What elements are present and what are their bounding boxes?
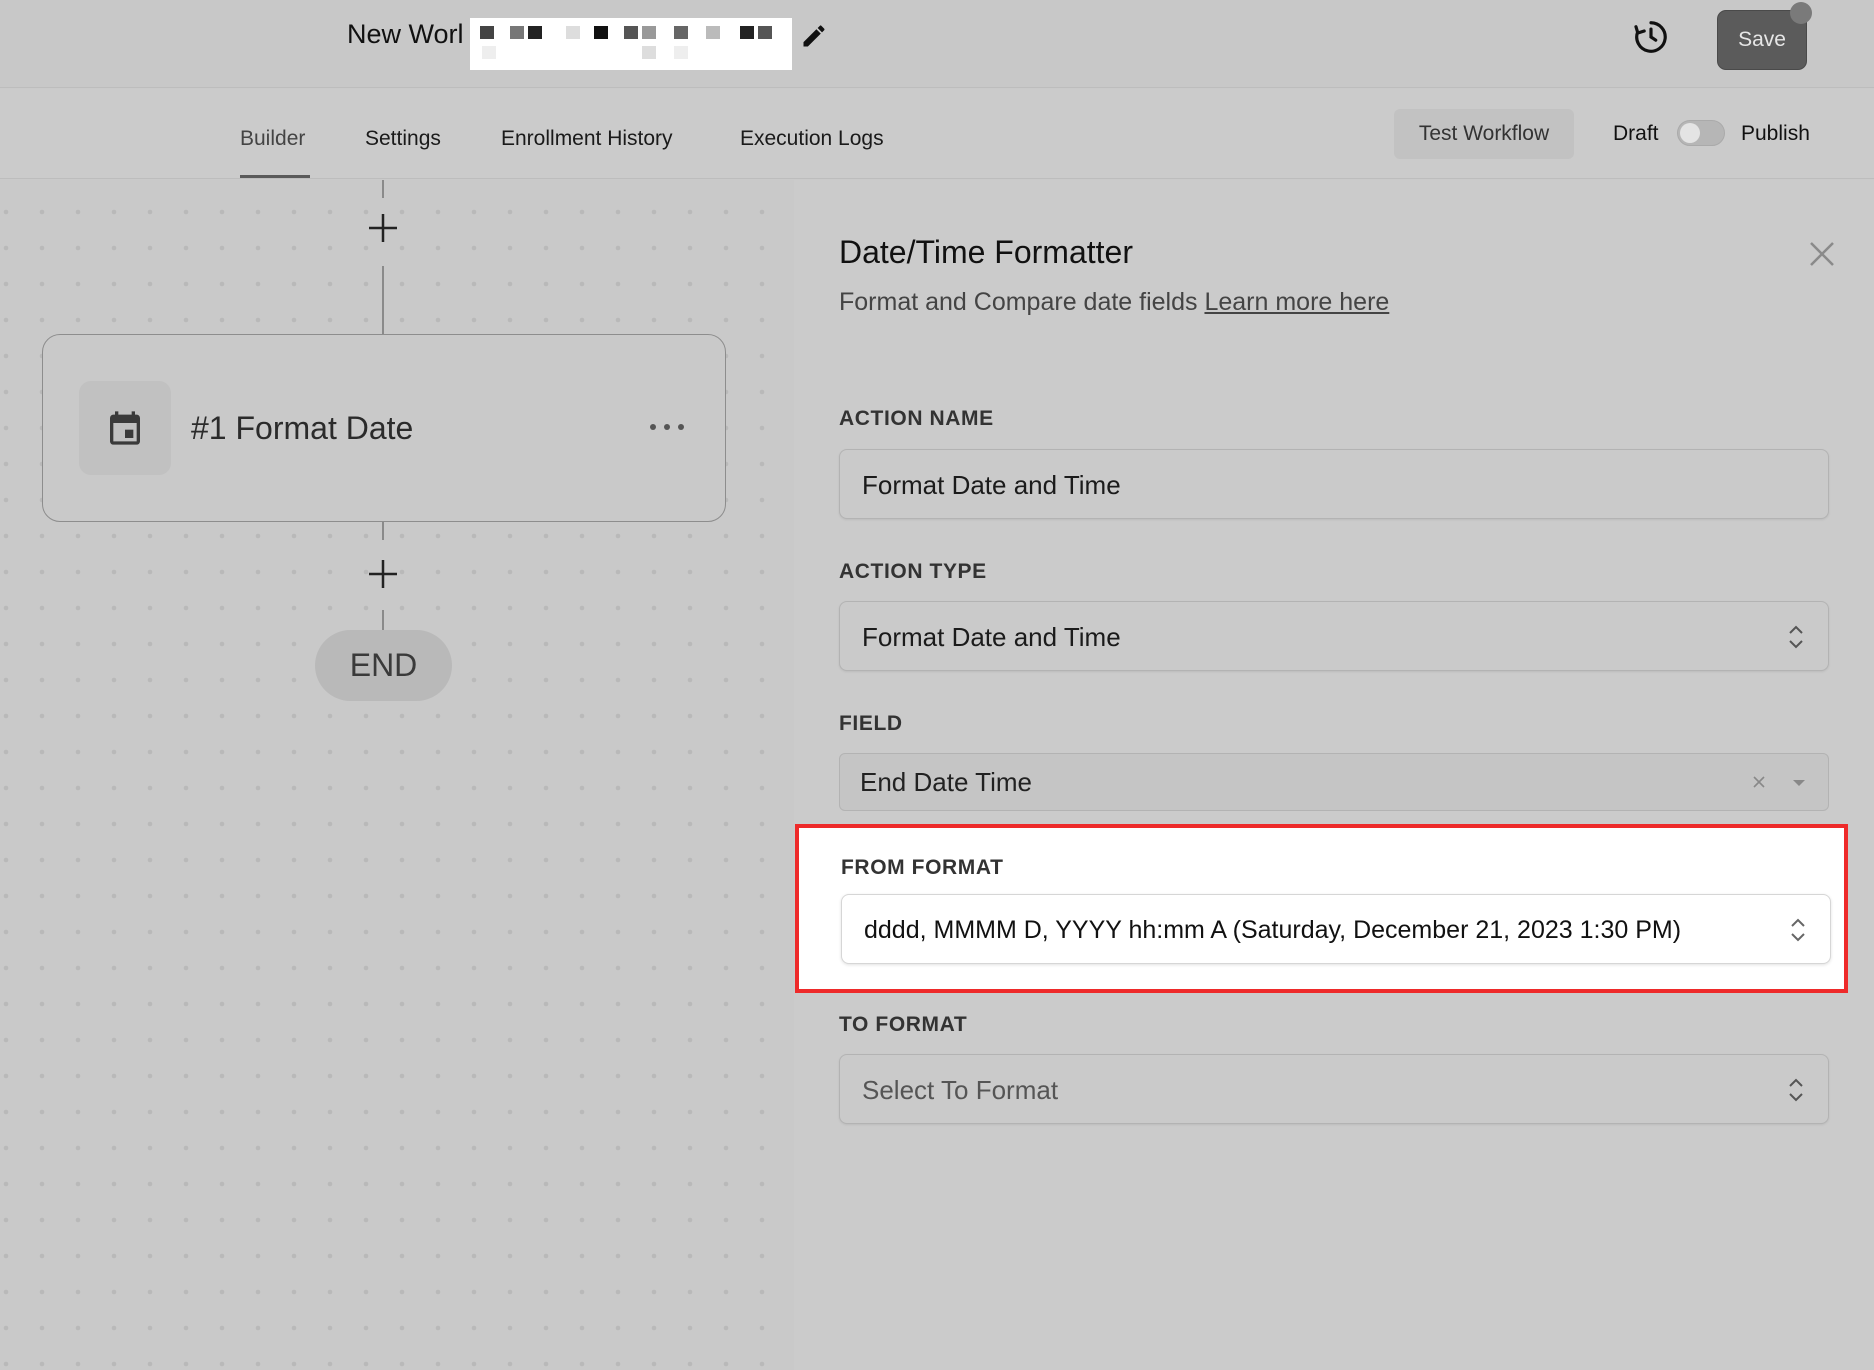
select-updown-icon xyxy=(1789,1078,1803,1102)
tab-enrollment-history[interactable]: Enrollment History xyxy=(501,127,673,151)
from-format-select[interactable]: dddd, MMMM D, YYYY hh:mm A (Saturday, De… xyxy=(841,894,1831,964)
panel-title: Date/Time Formatter xyxy=(839,234,1133,270)
connector-line xyxy=(382,266,384,334)
tab-builder[interactable]: Builder xyxy=(240,127,305,151)
publish-toggle[interactable] xyxy=(1677,120,1725,146)
close-icon[interactable] xyxy=(1806,238,1838,270)
node-icon-box xyxy=(79,381,171,475)
test-workflow-button[interactable]: Test Workflow xyxy=(1394,109,1574,159)
publish-label: Publish xyxy=(1741,122,1810,145)
tab-execution-logs[interactable]: Execution Logs xyxy=(740,127,884,151)
select-updown-icon xyxy=(1791,918,1805,942)
end-node: END xyxy=(315,630,452,701)
calendar-icon xyxy=(110,411,140,445)
tab-settings[interactable]: Settings xyxy=(365,127,441,151)
node-title: #1 Format Date xyxy=(191,410,414,446)
chevron-down-icon[interactable] xyxy=(1792,778,1806,788)
history-icon[interactable] xyxy=(1632,18,1670,56)
redacted-title-block xyxy=(470,18,792,70)
field-label: FIELD xyxy=(839,712,903,735)
field-value: End Date Time xyxy=(860,767,1032,797)
add-step-plus-icon[interactable] xyxy=(365,210,401,246)
select-updown-icon xyxy=(1789,625,1803,649)
learn-more-link[interactable]: Learn more here xyxy=(1204,288,1389,316)
from-format-highlight: FROM FORMAT dddd, MMMM D, YYYY hh:mm A (… xyxy=(795,824,1848,993)
from-format-label: FROM FORMAT xyxy=(841,856,1004,879)
action-name-input[interactable]: Format Date and Time xyxy=(839,449,1829,519)
panel-subtitle: Format and Compare date fields Learn mor… xyxy=(839,288,1389,317)
to-format-label: TO FORMAT xyxy=(839,1013,968,1036)
workflow-node-format-date[interactable]: #1 Format Date xyxy=(42,334,726,522)
action-name-label: ACTION NAME xyxy=(839,407,994,430)
to-format-placeholder: Select To Format xyxy=(862,1075,1059,1105)
connector-line xyxy=(382,610,384,630)
from-format-value: dddd, MMMM D, YYYY hh:mm A (Saturday, De… xyxy=(864,916,1682,944)
panel-subtitle-text: Format and Compare date fields xyxy=(839,288,1198,316)
toggle-knob xyxy=(1680,123,1700,143)
to-format-select[interactable]: Select To Format xyxy=(839,1054,1829,1124)
edit-pencil-icon[interactable] xyxy=(800,22,828,50)
action-type-select[interactable]: Format Date and Time xyxy=(839,601,1829,671)
tab-bar: Builder Settings Enrollment History Exec… xyxy=(0,89,1874,179)
add-step-plus-icon[interactable] xyxy=(365,556,401,592)
draft-label: Draft xyxy=(1613,122,1659,145)
connector-line xyxy=(382,522,384,540)
field-select[interactable]: End Date Time xyxy=(839,753,1829,811)
action-type-value: Format Date and Time xyxy=(862,622,1121,652)
workflow-title[interactable]: New Worl xyxy=(347,19,464,50)
unsaved-indicator-dot xyxy=(1790,2,1812,24)
top-bar: New Worl Save xyxy=(0,0,1874,88)
workflow-canvas[interactable]: #1 Format Date END xyxy=(0,180,794,1370)
connector-line xyxy=(382,180,384,198)
active-tab-indicator xyxy=(240,175,310,178)
clear-icon[interactable] xyxy=(1752,775,1766,789)
more-options-icon[interactable] xyxy=(647,419,687,435)
action-name-value: Format Date and Time xyxy=(862,470,1121,500)
action-type-label: ACTION TYPE xyxy=(839,560,987,583)
action-settings-panel: Date/Time Formatter Format and Compare d… xyxy=(794,180,1874,1370)
